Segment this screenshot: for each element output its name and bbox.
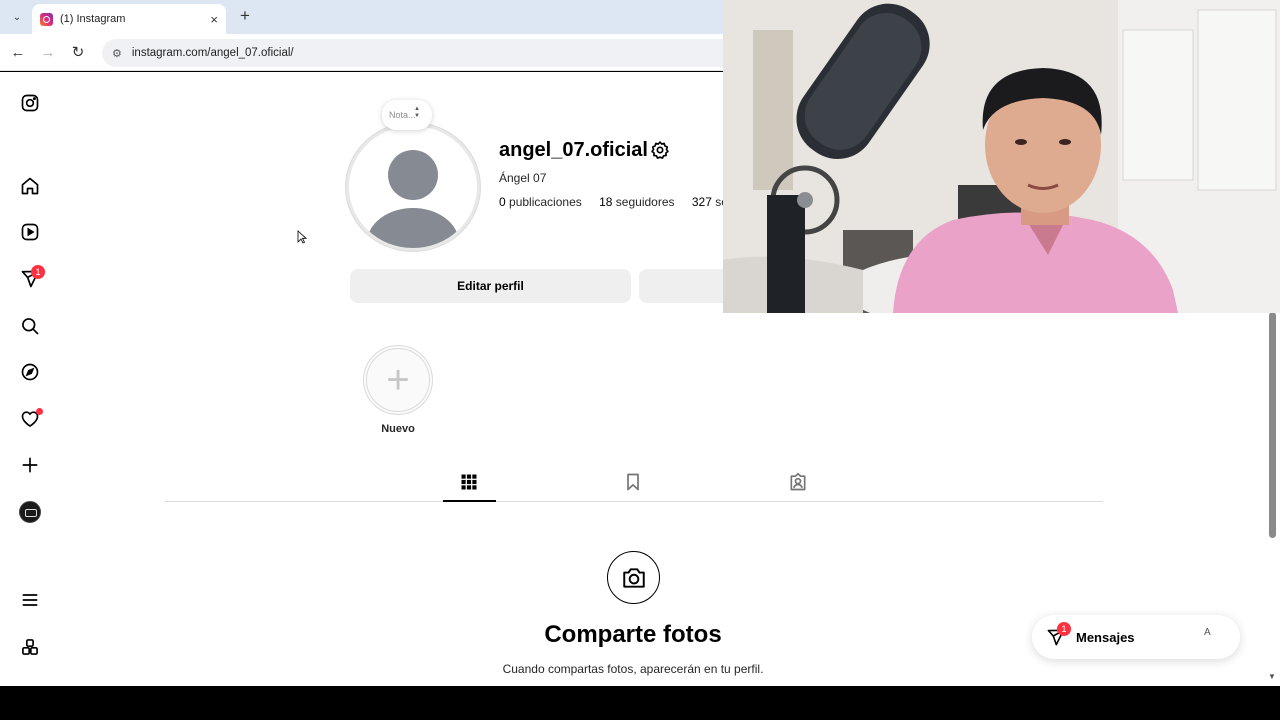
back-button[interactable]: ← (8, 43, 28, 63)
webcam-video-image (723, 0, 1280, 313)
messages-label: Mensajes (1076, 630, 1135, 645)
bottom-black-bar (0, 686, 1280, 720)
instagram-favicon-icon (40, 12, 53, 26)
scroll-down-arrow-icon[interactable]: ▼ (1268, 672, 1276, 681)
forward-button[interactable]: → (38, 43, 58, 63)
empty-state-subtitle: Cuando compartas fotos, aparecerán en tu… (502, 662, 764, 676)
active-tab-indicator (443, 500, 496, 502)
note-placeholder: Nota... (389, 110, 416, 120)
messages-floating-button[interactable]: 1 Mensajes A (1032, 615, 1240, 659)
new-highlight-button[interactable]: + (363, 345, 433, 415)
tabs-divider (165, 501, 1103, 502)
more-apps-icon[interactable] (19, 636, 41, 658)
profile-avatar-icon[interactable] (19, 501, 41, 523)
note-bubble[interactable]: Nota... (382, 100, 432, 130)
avatar-placeholder-body (367, 208, 459, 248)
instagram-logo-icon[interactable] (19, 92, 41, 114)
avatar-placeholder-head (388, 150, 438, 200)
browser-tab-instagram[interactable]: (1) Instagram × (32, 4, 226, 34)
tab-title: (1) Instagram (60, 13, 126, 25)
url-text[interactable]: instagram.com/angel_07.oficial/ (132, 47, 294, 59)
note-arrows-icon: ▲ ▼ (414, 106, 420, 119)
posts-stat: 0 publicaciones (499, 195, 582, 209)
plus-icon: + (366, 348, 430, 412)
messages-notification-badge: 1 (31, 265, 45, 279)
reels-icon[interactable] (19, 221, 41, 243)
webcam-overlay (723, 0, 1280, 313)
create-plus-icon[interactable] (19, 454, 41, 476)
sidebar: 1 (0, 72, 60, 686)
new-tab-button[interactable]: + (236, 6, 254, 26)
profile-full-name: Ángel 07 (499, 171, 547, 185)
home-icon[interactable] (19, 175, 41, 197)
site-info-icon[interactable]: ⚙ (112, 47, 122, 60)
new-highlight-label: Nuevo (381, 423, 415, 435)
camera-icon (607, 551, 660, 604)
broken-avatar-image: A (1204, 627, 1211, 638)
saved-bookmark-tab-icon[interactable] (623, 472, 643, 492)
edit-profile-button[interactable]: Editar perfil (350, 269, 631, 303)
followers-stat[interactable]: 18 seguidores (599, 195, 674, 209)
explore-icon[interactable] (19, 361, 41, 383)
messages-badge: 1 (1057, 622, 1071, 636)
tagged-tab-icon[interactable] (788, 472, 808, 492)
page-scrollbar[interactable] (1269, 312, 1276, 538)
empty-state-title: Comparte fotos (544, 621, 722, 648)
settings-gear-icon[interactable] (650, 140, 670, 160)
notifications-dot (36, 408, 43, 415)
tab-search-dropdown[interactable]: ⌄ (7, 8, 27, 26)
tab-close-icon[interactable]: × (210, 12, 218, 27)
mouse-cursor-icon (297, 230, 307, 244)
menu-hamburger-icon[interactable] (19, 589, 41, 611)
profile-username: angel_07.oficial (499, 139, 648, 161)
posts-grid-tab-icon[interactable] (459, 472, 479, 492)
search-icon[interactable] (19, 315, 41, 337)
reload-button[interactable]: ↻ (68, 43, 88, 63)
profile-picture[interactable] (345, 122, 481, 252)
